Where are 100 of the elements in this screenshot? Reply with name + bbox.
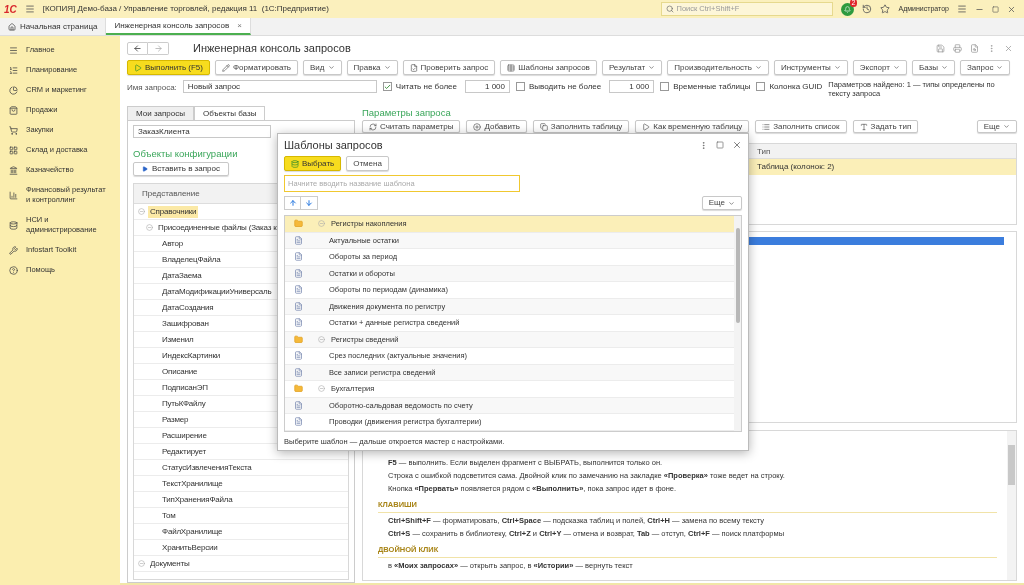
primary-button[interactable]: Выбрать	[284, 156, 342, 171]
caret-icon	[996, 64, 1004, 71]
menu-button[interactable]: Результат	[601, 60, 663, 75]
caret-icon	[383, 64, 391, 71]
document-icon	[293, 400, 303, 410]
toolbar-button[interactable]: Отмена	[346, 156, 389, 171]
checkbox[interactable]	[756, 82, 766, 91]
section-icon	[9, 125, 18, 135]
tree-item[interactable]: ВладелецФайла	[160, 253, 223, 266]
checkbox[interactable]	[516, 82, 525, 91]
tree-item[interactable]: Изменил	[160, 333, 196, 346]
star-icon[interactable]	[880, 4, 891, 14]
button-icon	[539, 122, 548, 131]
folder-icon	[293, 219, 303, 229]
preview-icon[interactable]	[970, 43, 979, 53]
toolbar-button[interactable]: Добавить	[466, 120, 527, 133]
maximize-icon[interactable]	[992, 5, 999, 13]
tree-item[interactable]: Расширение	[160, 429, 209, 442]
tree-item[interactable]: ДатаЗаема	[160, 269, 204, 282]
menu-button[interactable]: Базы	[911, 60, 955, 75]
collapse-icon[interactable]	[138, 208, 145, 216]
tree-item[interactable]: Зашифрован	[160, 317, 211, 330]
collapse-icon[interactable]	[318, 220, 325, 228]
tree-item[interactable]: Документы	[148, 557, 192, 570]
toolbar-button[interactable]: Шаблоны запросов	[500, 60, 597, 75]
tree-item[interactable]: Том	[160, 509, 178, 522]
menu-icon[interactable]	[957, 4, 967, 14]
tree-item[interactable]: ДатаМодификацииУниверсаль	[160, 285, 274, 298]
checkbox-label: Читать не более	[395, 81, 457, 93]
section-icon	[9, 65, 18, 75]
query-name-field[interactable]: Новый запрос	[182, 80, 377, 93]
print-icon[interactable]	[953, 43, 962, 53]
tree-item[interactable]: Редактирует	[160, 445, 208, 458]
tree-item[interactable]: ИндексКартинки	[160, 349, 222, 362]
number-field[interactable]: 1 000	[465, 80, 510, 93]
toolbar-button[interactable]: Заполнить таблицу	[532, 120, 630, 133]
move-down-button[interactable]	[301, 196, 318, 210]
insert-button[interactable]: Вставить в запрос	[133, 162, 229, 177]
menu-button[interactable]: Инструменты	[773, 60, 848, 75]
tree-item[interactable]: СтатусИзвлеченияТекста	[160, 461, 254, 474]
back-button[interactable]	[127, 41, 148, 55]
tree-item[interactable]: ХранитьВерсии	[160, 541, 220, 554]
document-icon	[293, 417, 303, 427]
primary-button[interactable]: Выполнить (F5)	[127, 60, 210, 75]
toolbar-button[interactable]: Считать параметры	[362, 120, 461, 133]
checkbox[interactable]	[660, 82, 670, 91]
toolbar-button[interactable]: Форматировать	[214, 60, 299, 75]
caret-icon	[648, 64, 656, 71]
toolbar-button[interactable]: Задать тип	[852, 120, 919, 133]
collapse-icon[interactable]	[146, 224, 153, 232]
tree-item[interactable]: ДатаСоздания	[160, 301, 216, 314]
menu-button[interactable]: Производительность	[667, 60, 769, 75]
tree-item[interactable]: ПутьКФайлу	[160, 397, 208, 410]
section-icon	[9, 265, 18, 275]
tree-item[interactable]: Описание	[160, 365, 200, 378]
scrollbar[interactable]	[734, 216, 741, 431]
scrollbar[interactable]	[1007, 431, 1016, 580]
more-icon[interactable]	[987, 43, 996, 53]
tree-item[interactable]: ФайлХранилище	[160, 525, 225, 538]
move-up-button[interactable]	[284, 196, 301, 210]
window-tab[interactable]: Инженерная консоль запросов ×	[106, 18, 251, 35]
more-icon[interactable]	[699, 140, 708, 150]
tree-item[interactable]: Автор	[160, 237, 185, 250]
menu-button[interactable]: Вид	[303, 60, 342, 75]
toolbar-button[interactable]: Заполнить список	[755, 120, 847, 133]
save-icon[interactable]	[936, 43, 945, 53]
tree-item[interactable]: Присоединенные файлы (Заказ к	[156, 221, 279, 234]
tree-item[interactable]: Справочники	[148, 205, 199, 218]
close-icon[interactable]	[1004, 43, 1013, 53]
menu-button[interactable]: Еще	[701, 196, 742, 210]
toolbar-button[interactable]: Проверить запрос	[402, 60, 496, 75]
tree-item[interactable]: Размер	[160, 413, 191, 426]
collapse-icon[interactable]	[318, 335, 325, 343]
maximize-icon[interactable]	[716, 141, 724, 149]
collapse-icon[interactable]	[138, 560, 145, 568]
object-search-field[interactable]: ЗаказКлиента	[133, 125, 271, 138]
tree-item[interactable]: ТекстХранилище	[160, 477, 225, 490]
menu-button[interactable]: Запрос	[959, 60, 1011, 75]
menu-button[interactable]: Еще	[976, 120, 1017, 133]
close-icon[interactable]	[732, 140, 742, 150]
button-icon	[134, 63, 142, 72]
collapse-icon[interactable]	[318, 385, 325, 393]
menu-button[interactable]: Экспорт	[852, 60, 907, 75]
checkbox[interactable]	[382, 82, 392, 91]
folder-icon	[293, 334, 303, 344]
close-icon[interactable]	[1007, 4, 1016, 14]
document-icon	[293, 268, 303, 278]
forward-button[interactable]	[148, 41, 169, 55]
menu-button[interactable]: Правка	[346, 60, 398, 75]
number-field[interactable]: 1 000	[609, 80, 655, 93]
tab-close[interactable]: ×	[237, 19, 242, 32]
history-icon[interactable]	[862, 4, 873, 14]
menu-icon[interactable]	[24, 4, 35, 14]
section-icon	[9, 190, 18, 200]
button-icon	[473, 122, 482, 131]
toolbar-button[interactable]: Как временную таблицу	[635, 120, 750, 133]
caret-icon	[728, 199, 735, 207]
tree-item[interactable]: ПодписанЭП	[160, 381, 210, 394]
document-icon	[293, 318, 303, 328]
tree-item[interactable]: ТипХраненияФайла	[160, 493, 235, 506]
